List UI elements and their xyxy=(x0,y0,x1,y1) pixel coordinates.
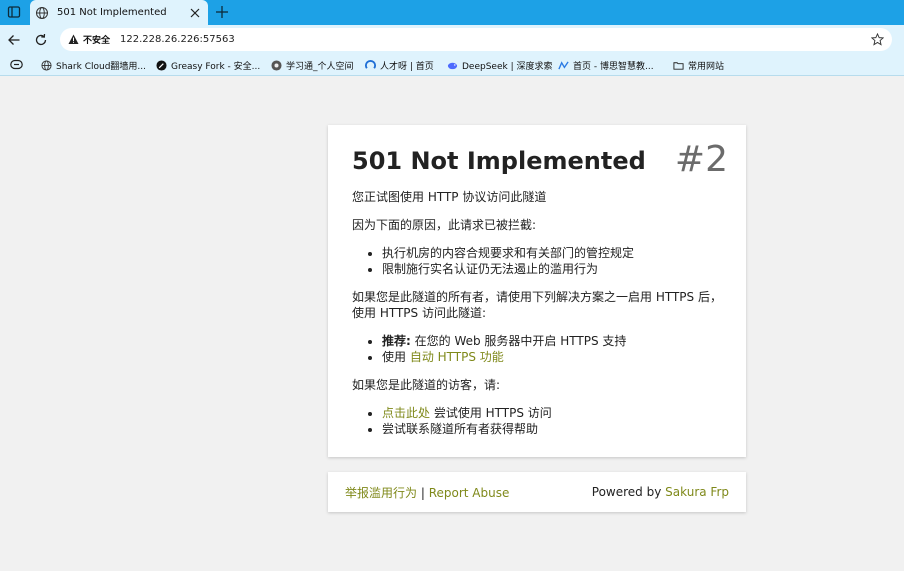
bookmark-folder-common[interactable]: 常用网站 xyxy=(673,58,724,72)
warning-icon[interactable] xyxy=(68,34,79,45)
report-abuse-en-link[interactable]: Report Abuse xyxy=(429,486,510,500)
folder-icon xyxy=(673,61,684,70)
visitor-solution-list: 点击此处 尝试使用 HTTPS 访问 尝试联系隧道所有者获得帮助 xyxy=(352,405,722,437)
owner-solution-list: 推荐: 在您的 Web 服务器中开启 HTTPS 支持 使用 自动 HTTPS … xyxy=(352,333,722,365)
separator: | xyxy=(417,485,429,500)
error-card: #2 501 Not Implemented 您正试图使用 HTTP 协议访问此… xyxy=(328,125,746,457)
list-item: 尝试联系隧道所有者获得帮助 xyxy=(382,421,722,437)
owner-heading: 如果您是此隧道的所有者，请使用下列解决方案之一启用 HTTPS 后，使用 HTT… xyxy=(352,290,722,320)
footer-card: 举报滥用行为 | Report Abuse Powered by Sakura … xyxy=(328,472,746,512)
report-links: 举报滥用行为 | Report Abuse xyxy=(345,484,509,501)
security-label[interactable]: 不安全 xyxy=(83,33,110,46)
greasy-fork-icon xyxy=(156,59,167,71)
reason-heading: 因为下面的原因，此请求已被拦截: xyxy=(352,218,537,232)
address-bar[interactable]: 不安全 122.228.26.226:57563 xyxy=(60,28,892,51)
page-title: 501 Not Implemented xyxy=(352,147,646,175)
bookmark-rencaiya[interactable]: 人才呀 | 首页 xyxy=(365,58,434,72)
report-abuse-cn-link[interactable]: 举报滥用行为 xyxy=(345,486,417,500)
bookmark-xuexitong[interactable]: 学习通_个人空间 xyxy=(271,58,354,72)
deepseek-icon xyxy=(447,62,458,69)
bookmark-greasy-fork[interactable]: Greasy Fork - 安全... xyxy=(156,58,260,72)
tab-active[interactable]: 501 Not Implemented xyxy=(30,0,208,25)
bookmark-bosi[interactable]: 首页 - 博思智慧教... xyxy=(558,58,654,72)
bookmarks-bar: Shark Cloud翻墙用... Greasy Fork - 安全... 学习… xyxy=(0,55,904,76)
refresh-icon[interactable] xyxy=(34,33,48,47)
back-arrow-icon[interactable] xyxy=(7,33,21,47)
site-icon xyxy=(271,59,282,71)
list-item: 使用 自动 HTTPS 功能 xyxy=(382,349,722,365)
list-item: 限制施行实名认证仍无法遏止的滥用行为 xyxy=(382,261,722,277)
sakura-frp-link[interactable]: Sakura Frp xyxy=(665,485,729,499)
click-here-link[interactable]: 点击此处 xyxy=(382,406,430,420)
plus-icon[interactable] xyxy=(214,4,230,20)
list-item: 点击此处 尝试使用 HTTPS 访问 xyxy=(382,405,722,421)
pin-icon[interactable] xyxy=(10,59,23,70)
powered-by: Powered by Sakura Frp xyxy=(591,485,729,499)
list-item: 执行机房的内容合规要求和有关部门的管控规定 xyxy=(382,245,722,261)
bookmark-shark-cloud[interactable]: Shark Cloud翻墙用... xyxy=(41,58,146,72)
star-icon[interactable] xyxy=(871,33,884,46)
globe-icon xyxy=(36,6,48,19)
site-icon xyxy=(365,59,376,69)
url-text[interactable]: 122.228.26.226:57563 xyxy=(120,34,871,45)
site-icon xyxy=(558,60,569,69)
visitor-heading: 如果您是此隧道的访客，请: xyxy=(352,378,501,392)
intro-text: 您正试图使用 HTTP 协议访问此隧道 xyxy=(352,190,547,204)
auto-https-link[interactable]: 自动 HTTPS 功能 xyxy=(410,350,504,364)
title-bar: 501 Not Implemented xyxy=(0,0,904,25)
recommend-label: 推荐: xyxy=(382,334,411,348)
globe-icon xyxy=(41,59,52,71)
tab-actions-icon[interactable] xyxy=(6,5,21,19)
close-icon[interactable] xyxy=(189,7,201,19)
tab-title: 501 Not Implemented xyxy=(57,7,167,18)
page-content: #2 501 Not Implemented 您正试图使用 HTTP 协议访问此… xyxy=(0,76,904,571)
list-item: 推荐: 在您的 Web 服务器中开启 HTTPS 支持 xyxy=(382,333,722,349)
reason-list: 执行机房的内容合规要求和有关部门的管控规定 限制施行实名认证仍无法遏止的滥用行为 xyxy=(352,245,722,277)
error-number: #2 xyxy=(674,139,728,180)
bookmark-deepseek[interactable]: DeepSeek | 深度求索 xyxy=(447,58,552,72)
